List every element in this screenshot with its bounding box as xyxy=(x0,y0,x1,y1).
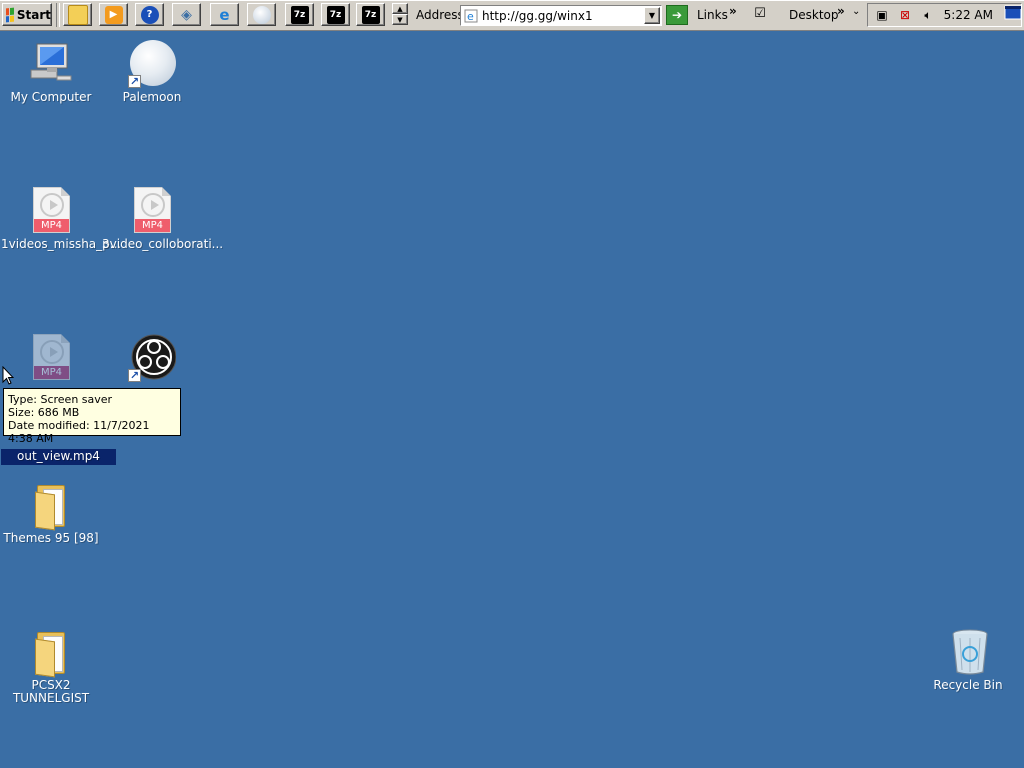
desktop-icon-video-1[interactable]: MP4 1videos_missha_p... xyxy=(1,187,122,251)
go-button[interactable]: ➔ xyxy=(666,5,688,25)
tooltip-type: Type: Screen saver xyxy=(8,393,113,406)
icon-label: out_view.mp4 xyxy=(1,449,116,465)
mp4-tag: MP4 xyxy=(34,219,69,232)
quicklaunch-help[interactable]: ? xyxy=(135,3,164,26)
desktop-icon-video-3[interactable]: MP4 3video_colloborati... xyxy=(102,187,224,251)
media-player-icon: ▶ xyxy=(104,5,123,24)
links-label[interactable]: Links xyxy=(697,8,728,22)
shortcut-arrow-icon: ↗ xyxy=(128,369,141,382)
palemoon-icon xyxy=(252,5,271,24)
quicklaunch-7zip-1[interactable]: 7z xyxy=(285,3,314,26)
palemoon-icon: ↗ xyxy=(128,40,176,88)
tooltip-date-modified: Date modified: 11/7/2021 4:38 AM xyxy=(8,419,150,445)
links-chevron-icon[interactable]: » xyxy=(729,4,737,18)
desktop-icon-my-computer[interactable]: My Computer xyxy=(1,40,101,104)
clock[interactable]: 5:22 AM xyxy=(944,8,993,22)
mp4-file-icon: MP4 xyxy=(27,187,75,235)
7zip-icon: 7z xyxy=(326,5,345,24)
7zip-icon: 7z xyxy=(361,5,380,24)
mp4-file-icon: MP4 xyxy=(128,187,176,235)
desktop-icon-recycle-bin[interactable]: Recycle Bin xyxy=(918,628,1018,692)
windows-logo-icon xyxy=(6,7,14,22)
help-icon: ? xyxy=(140,5,159,24)
icon-label: Themes 95 [98] xyxy=(3,531,99,545)
address-input[interactable] xyxy=(482,8,644,23)
volume-icon[interactable]: 🔈︎ xyxy=(919,7,937,23)
links-checkbox-icon[interactable]: ☑ xyxy=(752,6,768,22)
desktop-icon-palemoon[interactable]: ↗ Palemoon xyxy=(102,40,202,104)
icon-label: 1videos_missha_p... xyxy=(1,237,122,251)
quicklaunch-network[interactable]: ◈ xyxy=(172,3,201,26)
svg-text:e: e xyxy=(467,10,474,23)
taskbar: Start ▶ ? ◈ e 7z 7z 7z ▲ ▼ Address e ▼ ➔ xyxy=(0,0,1024,31)
desktop-icon-obs[interactable]: ↗ xyxy=(102,334,202,382)
mp4-tag: MP4 xyxy=(34,366,69,379)
mp4-tag: MP4 xyxy=(135,219,170,232)
recycle-bin-icon xyxy=(944,628,992,676)
icon-label: 3video_colloborati... xyxy=(102,237,224,251)
start-button[interactable]: Start xyxy=(2,3,52,26)
toolbar-grip[interactable] xyxy=(56,3,60,27)
desktop-icon-pcsx2[interactable]: PCSX2 TUNNELGIST xyxy=(1,628,101,705)
quicklaunch-palemoon[interactable] xyxy=(247,3,276,26)
file-info-tooltip: Type: Screen saver Size: 686 MB Date mod… xyxy=(3,388,181,445)
network-tray-icon[interactable]: ▣ xyxy=(873,7,891,23)
icon-label: PCSX2 TUNNELGIST xyxy=(12,678,90,705)
computer-icon xyxy=(27,40,75,88)
network-disconnected-icon[interactable]: ⊠ xyxy=(896,7,914,23)
tooltip-size: Size: 686 MB xyxy=(8,406,80,419)
quicklaunch-internet-explorer[interactable]: e xyxy=(210,3,239,26)
start-label: Start xyxy=(16,7,51,22)
folder-icon xyxy=(27,628,75,678)
quicklaunch-scroll: ▲ ▼ xyxy=(392,3,408,26)
show-desktop-icon[interactable] xyxy=(1004,5,1022,21)
mouse-cursor-icon xyxy=(2,365,15,386)
quicklaunch-explorer[interactable] xyxy=(63,3,92,26)
shortcut-arrow-icon: ↗ xyxy=(128,75,141,88)
desktop-icon-themes[interactable]: Themes 95 [98] xyxy=(1,481,101,545)
icon-label: My Computer xyxy=(10,90,92,104)
system-tray: ▣ ⊠ 🔈︎ 5:22 AM xyxy=(867,3,1022,27)
tray-expand-icon[interactable]: ⌄ xyxy=(852,6,860,17)
network-icon: ◈ xyxy=(181,6,192,23)
internet-explorer-icon: e xyxy=(219,5,230,24)
mp4-file-icon: MP4 xyxy=(27,334,75,382)
address-dropdown-button[interactable]: ▼ xyxy=(644,7,660,24)
desktop-toolbar-label[interactable]: Desktop xyxy=(789,8,839,22)
folder-icon xyxy=(27,481,75,531)
scroll-up-button[interactable]: ▲ xyxy=(392,3,408,14)
page-icon: e xyxy=(464,9,478,23)
go-arrow-icon: ➔ xyxy=(671,8,683,22)
quicklaunch-7zip-3[interactable]: 7z xyxy=(356,3,385,26)
address-bar[interactable]: e ▼ xyxy=(460,5,662,26)
7zip-icon: 7z xyxy=(290,5,309,24)
address-label: Address xyxy=(416,8,464,22)
desktop-chevron-icon[interactable]: » xyxy=(837,4,845,18)
quicklaunch-7zip-2[interactable]: 7z xyxy=(321,3,350,26)
scroll-down-button[interactable]: ▼ xyxy=(392,14,408,25)
folder-explorer-icon xyxy=(67,4,88,25)
quicklaunch-media-player[interactable]: ▶ xyxy=(99,3,128,26)
icon-label: Palemoon xyxy=(122,90,182,104)
obs-icon: ↗ xyxy=(128,334,177,382)
icon-label: Recycle Bin xyxy=(933,678,1003,692)
